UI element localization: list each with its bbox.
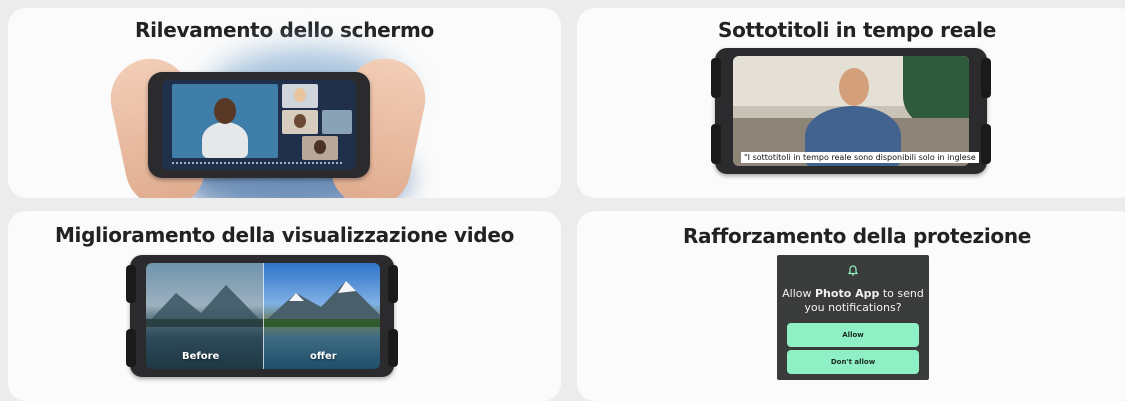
dont-allow-button[interactable]: Don't allow	[787, 350, 919, 374]
allow-button[interactable]: Allow	[787, 323, 919, 347]
card-live-captions: Sottotitoli in tempo reale "I sottotitol…	[577, 8, 1125, 198]
landscape-screen: Before offer	[146, 263, 380, 369]
caller-tile	[282, 110, 318, 134]
card-protection: Rafforzamento della protezione Allow Pho…	[577, 211, 1125, 401]
card-title: Sottotitoli in tempo reale	[718, 18, 996, 42]
main-caller-tile	[172, 84, 278, 158]
card-title: Rilevamento dello schermo	[135, 18, 434, 42]
divider	[263, 263, 264, 369]
before-label: Before	[182, 351, 220, 362]
phone	[148, 72, 370, 178]
app-name: Photo App	[815, 287, 880, 300]
after-label: offer	[310, 351, 337, 362]
live-caption: "I sottotitoli in tempo reale sono dispo…	[741, 152, 979, 163]
phone: Before offer	[126, 255, 398, 377]
notification-dialog: Allow Photo App to send you notification…	[777, 255, 929, 380]
caller-tile	[322, 110, 352, 134]
phone: "I sottotitoli in tempo reale sono dispo…	[711, 48, 991, 174]
plant	[903, 56, 969, 126]
card-title: Rafforzamento della protezione	[682, 224, 1032, 248]
video-call-screen	[162, 80, 356, 170]
notification-message: Allow Photo App to send you notification…	[782, 287, 924, 314]
card-title: Miglioramento della visualizzazione vide…	[54, 223, 515, 247]
video-screen	[733, 56, 969, 166]
call-toolbar	[172, 162, 342, 167]
caller-tile	[302, 136, 338, 160]
bell-icon	[847, 265, 859, 276]
caller-tile	[282, 84, 318, 108]
card-video-enhancement: Miglioramento della visualizzazione vide…	[8, 211, 561, 401]
card-screen-detection: Rilevamento dello schermo	[8, 8, 561, 198]
